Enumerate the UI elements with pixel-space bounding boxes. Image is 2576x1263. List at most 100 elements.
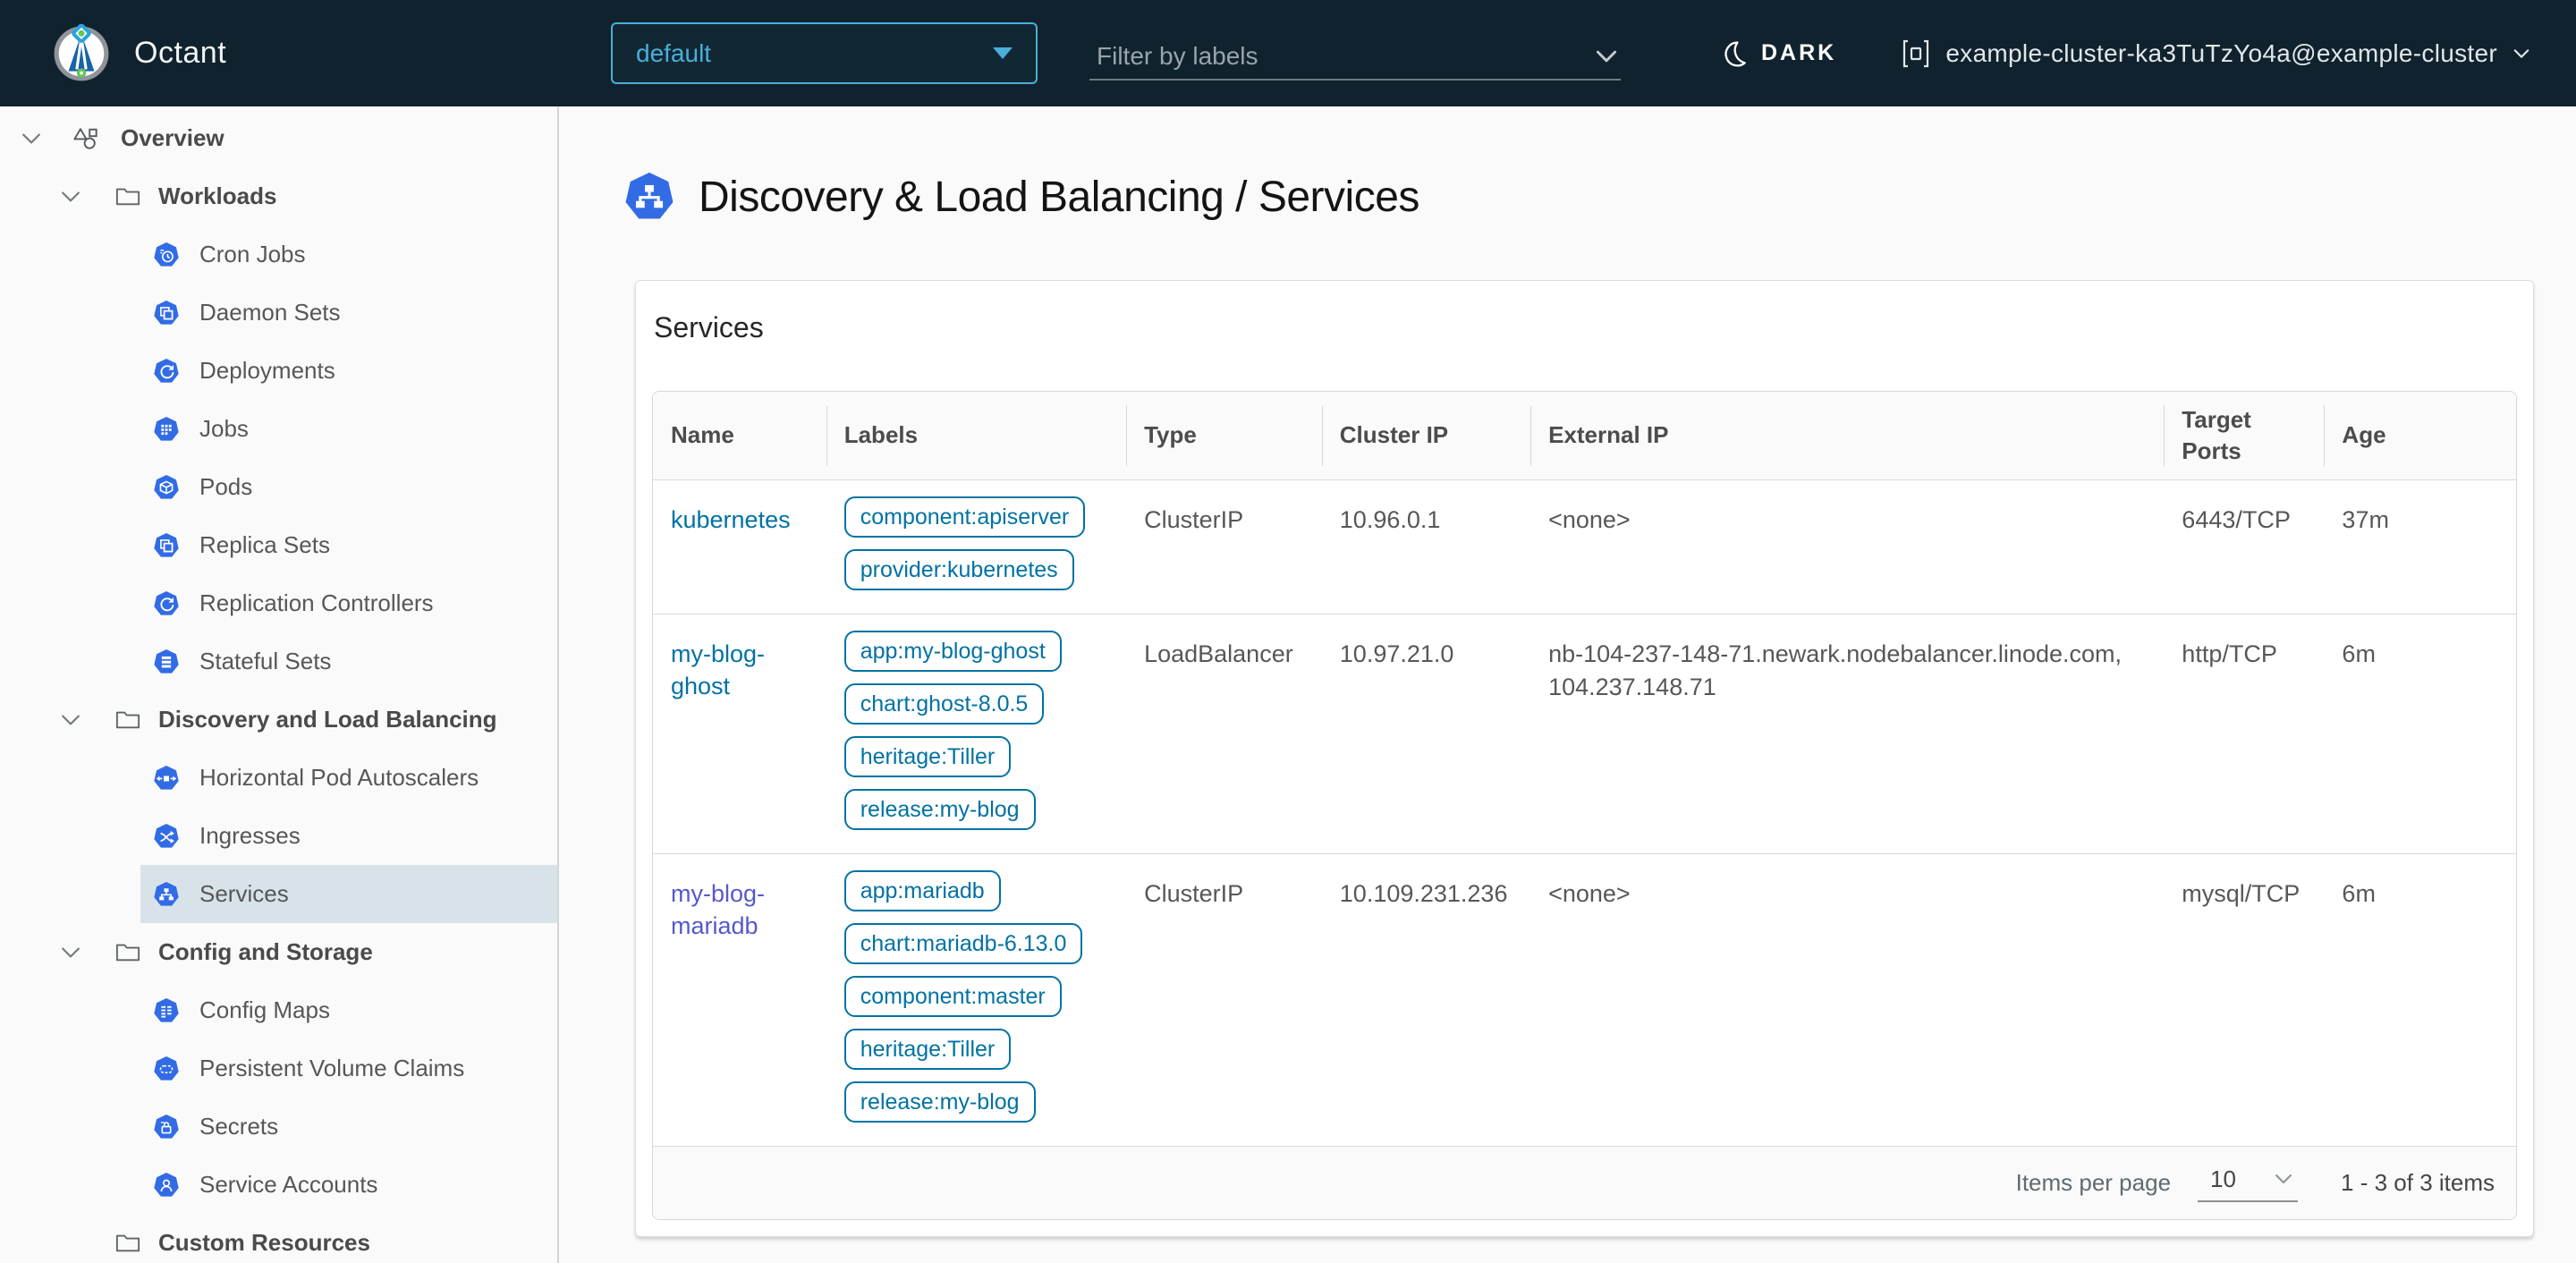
sidebar-item-label: Secrets (199, 1113, 279, 1140)
sidebar-item-label: Replica Sets (199, 531, 330, 558)
label-tag[interactable]: provider:kubernetes (843, 548, 1074, 590)
chevron-down-icon (61, 191, 80, 203)
label-filter-input[interactable] (1089, 42, 1596, 71)
sidebar-item-label: Services (199, 880, 289, 907)
sidebar-item-deployments[interactable]: Deployments (140, 342, 557, 400)
chevron-down-icon (61, 946, 80, 959)
sidebar-item-pods[interactable]: Pods (140, 458, 557, 516)
app-brand: Octant (52, 0, 226, 106)
filter-chevron-down-icon[interactable] (1596, 49, 1617, 64)
service-icon (153, 881, 180, 908)
dark-theme-toggle[interactable]: DARK (1719, 0, 1836, 106)
pagination-range-label: 1 - 3 of 3 items (2341, 1168, 2495, 1196)
sidebar-item-jobs[interactable]: Jobs (140, 400, 557, 458)
pod-icon (153, 474, 180, 501)
type-cell: ClusterIP (1144, 505, 1244, 533)
items-per-page-label: Items per page (2015, 1168, 2172, 1196)
namespace-dropdown-value: default (636, 38, 712, 67)
sidebar-nav: Overview Workloads Cron Jobs Daemon Sets Dep… (0, 106, 559, 1263)
cluster-context-selector[interactable]: example-cluster-ka3TuTzYo4a@example-clus… (1901, 0, 2529, 106)
sidebar-item-label: Discovery and Load Balancing (158, 706, 497, 733)
daemonset-icon (153, 300, 180, 326)
label-tag[interactable]: chart:ghost-8.0.5 (843, 682, 1045, 725)
pvc-icon (153, 1055, 180, 1082)
sidebar-item-label: Cron Jobs (199, 241, 306, 267)
cluster-ip-cell: 10.97.21.0 (1339, 640, 1454, 667)
sidebar-item-label: Service Accounts (199, 1171, 378, 1198)
sidebar-item-stateful-sets[interactable]: Stateful Sets (140, 632, 557, 691)
external-ip-cell: <none> (1548, 879, 1631, 907)
service-icon (623, 171, 675, 223)
sidebar-item-replica-sets[interactable]: Replica Sets (140, 516, 557, 574)
service-name-link[interactable]: my-blog-ghost (671, 638, 809, 703)
sidebar-item-service-accounts[interactable]: Service Accounts (140, 1156, 557, 1214)
moon-icon (1719, 38, 1748, 69)
target-ports-cell: mysql/TCP (2182, 879, 2301, 907)
sidebar-item-services[interactable]: Services (140, 865, 557, 923)
label-tag[interactable]: component:master (843, 975, 1062, 1017)
sidebar-item-overview[interactable]: Overview (0, 109, 557, 167)
cronjob-icon (153, 242, 180, 268)
folder-icon (115, 185, 140, 208)
page-title: Discovery & Load Balancing / Services (699, 173, 1419, 221)
column-header-labels: Labels (826, 392, 1127, 479)
label-tag[interactable]: component:apiserver (843, 496, 1086, 538)
column-header-external-ip: External IP (1530, 392, 2165, 479)
sidebar-item-cron-jobs[interactable]: Cron Jobs (140, 225, 557, 284)
chevron-down-icon (61, 714, 80, 726)
label-tag[interactable]: app:my-blog-ghost (843, 630, 1062, 672)
sidebar-item-secrets[interactable]: Secrets (140, 1098, 557, 1156)
folder-icon (115, 708, 140, 731)
column-header-cluster-ip: Cluster IP (1321, 392, 1531, 479)
folder-icon (115, 941, 140, 963)
app-title: Octant (134, 36, 227, 70)
age-cell: 37m (2342, 505, 2389, 533)
label-tag[interactable]: heritage:Tiller (843, 1028, 1012, 1070)
sidebar-item-label: Custom Resources (158, 1229, 370, 1256)
namespace-dropdown[interactable]: default (611, 22, 1038, 84)
label-tag[interactable]: app:mariadb (843, 869, 1001, 911)
label-tag[interactable]: heritage:Tiller (843, 735, 1012, 777)
sidebar-item-config-and-storage[interactable]: Config and Storage (0, 923, 557, 981)
deployment-icon (153, 358, 180, 385)
items-per-page-select[interactable]: 10 (2198, 1164, 2299, 1202)
sidebar-item-label: Horizontal Pod Autoscalers (199, 764, 479, 791)
services-card: Services Name Labels Type Cluster IP Externa… (635, 280, 2534, 1237)
type-cell: LoadBalancer (1144, 640, 1293, 667)
serviceaccount-icon (153, 1172, 180, 1199)
service-name-link[interactable]: my-blog-mariadb (671, 877, 809, 943)
table-row: my-blog-mariadb app:mariadb chart:mariadb-… (653, 852, 2516, 1146)
column-header-name: Name (653, 392, 826, 479)
sidebar-item-label: Ingresses (199, 822, 301, 849)
sidebar-item-horizontal-pod-autoscalers[interactable]: Horizontal Pod Autoscalers (140, 749, 557, 807)
sidebar-item-discovery-and-load-balancing[interactable]: Discovery and Load Balancing (0, 691, 557, 749)
label-tag-list: component:apiserver provider:kubernetes (843, 496, 1108, 590)
sidebar-item-config-maps[interactable]: Config Maps (140, 981, 557, 1039)
sidebar-item-daemon-sets[interactable]: Daemon Sets (140, 284, 557, 342)
age-cell: 6m (2342, 640, 2376, 667)
sidebar-item-workloads[interactable]: Workloads (0, 167, 557, 225)
label-tag-list: app:my-blog-ghost chart:ghost-8.0.5 herita… (843, 630, 1108, 830)
label-tag[interactable]: release:my-blog (843, 1081, 1036, 1123)
sidebar-item-label: Jobs (199, 415, 249, 442)
dropdown-caret-icon (993, 47, 1013, 59)
sidebar-item-persistent-volume-claims[interactable]: Persistent Volume Claims (140, 1039, 557, 1098)
table-header-row: Name Labels Type Cluster IP External IP Targe… (653, 392, 2516, 479)
sidebar-item-replication-controllers[interactable]: Replication Controllers (140, 574, 557, 632)
sidebar-item-ingresses[interactable]: Ingresses (140, 807, 557, 865)
column-header-type: Type (1126, 392, 1322, 479)
octant-logo-icon (52, 23, 111, 83)
sidebar-item-label: Persistent Volume Claims (199, 1055, 465, 1081)
statefulset-icon (153, 648, 180, 675)
type-cell: ClusterIP (1144, 879, 1244, 907)
external-ip-cell: <none> (1548, 505, 1631, 533)
replicaset-icon (153, 532, 180, 559)
target-ports-cell: http/TCP (2182, 640, 2277, 667)
target-ports-cell: 6443/TCP (2182, 505, 2291, 533)
service-name-link[interactable]: kubernetes (671, 504, 791, 536)
sidebar-item-label: Stateful Sets (199, 648, 332, 674)
sidebar-item-custom-resources[interactable]: Custom Resources (0, 1214, 557, 1263)
items-per-page-value: 10 (2210, 1165, 2236, 1192)
label-tag[interactable]: release:my-blog (843, 788, 1036, 830)
label-tag[interactable]: chart:mariadb-6.13.0 (843, 922, 1083, 964)
